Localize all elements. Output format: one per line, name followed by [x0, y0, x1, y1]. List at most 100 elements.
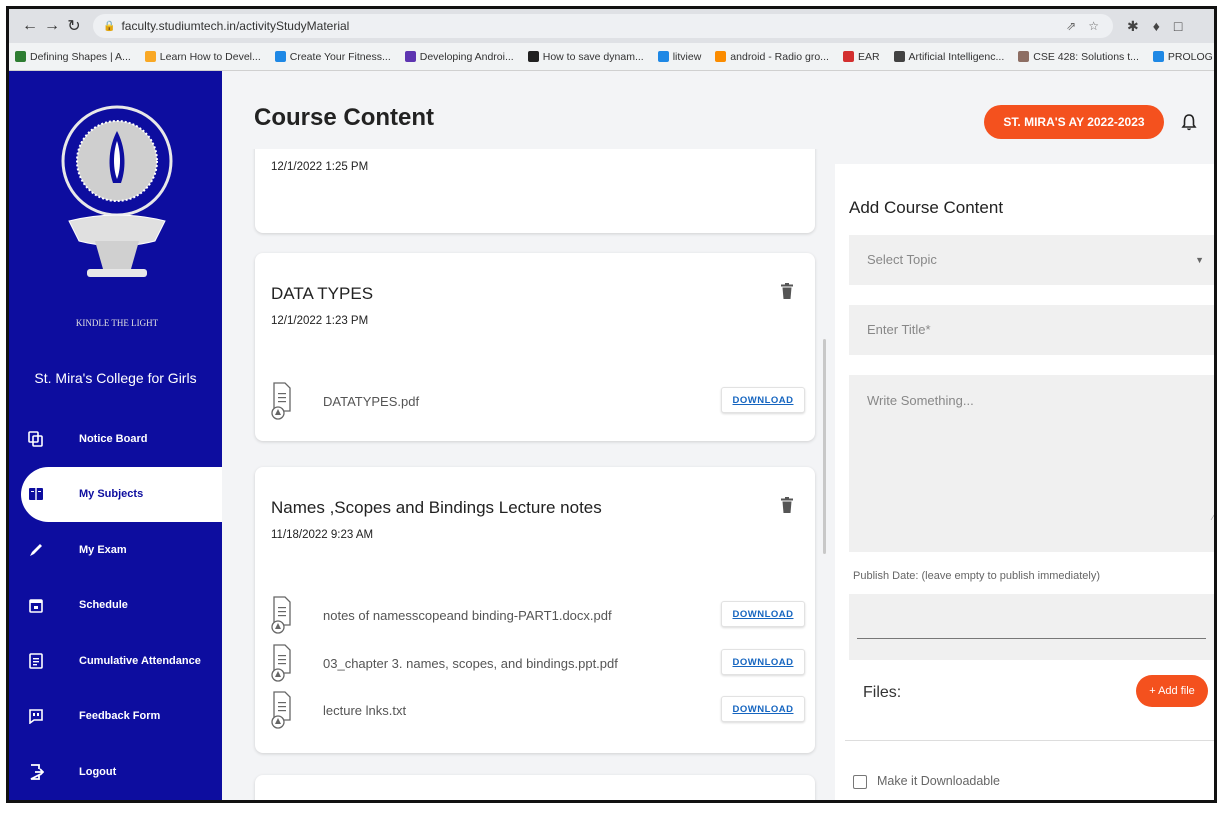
address-bar[interactable]: 🔒 faculty.studiumtech.in/activityStudyMa… [93, 14, 1113, 38]
description-placeholder: Write Something... [867, 393, 974, 408]
screenshot-frame: ← → ↻ 🔒 faculty.studiumtech.in/activityS… [6, 6, 1217, 803]
lock-icon: 🔒 [103, 20, 116, 32]
card-title: Names ,Scopes and Bindings Lecture notes [271, 498, 602, 517]
content-card: 12/1/2022 1:25 PM [255, 149, 815, 233]
download-button[interactable]: DOWNLOAD [721, 387, 805, 413]
file-name[interactable]: 03_chapter 3. names, scopes, and binding… [323, 656, 618, 671]
delete-icon[interactable] [781, 283, 793, 304]
puzzle-icon[interactable]: ♦ [1153, 18, 1160, 35]
sidebar-item-my-exam[interactable]: My Exam [9, 522, 222, 578]
bookmark-favicon-icon [527, 51, 539, 62]
downloadable-checkbox[interactable] [853, 775, 867, 789]
content-card [255, 775, 815, 800]
title-input[interactable]: Enter Title* [849, 305, 1214, 355]
sidebar-item-label: Feedback Form [79, 710, 161, 723]
bookmark-favicon-icon [715, 51, 727, 62]
sidebar-item-feedback-form[interactable]: Feedback Form [9, 689, 222, 745]
bookmark-favicon-icon [893, 51, 905, 62]
bookmark-item[interactable]: Create Your Fitness... [274, 51, 391, 63]
title-input-placeholder: Enter Title* [867, 322, 931, 337]
back-icon[interactable]: ← [19, 17, 41, 35]
bookmark-item[interactable]: Learn How to Devel... [144, 51, 261, 63]
download-button[interactable]: DOWNLOAD [721, 649, 805, 675]
sidebar-item-logout[interactable]: Logout [9, 744, 222, 800]
sidebar-item-label: Schedule [79, 599, 128, 612]
document-file-icon [271, 382, 291, 420]
bookmark-item[interactable]: Developing Androi... [404, 51, 514, 63]
document-file-icon [271, 691, 291, 729]
page-title: Course Content [254, 104, 434, 131]
logout-icon [27, 763, 45, 781]
sidebar-item-schedule[interactable]: Schedule [9, 578, 222, 634]
add-course-content-panel: Add Course Content Select Topic ▼ Enter … [835, 164, 1214, 800]
forward-icon[interactable]: → [41, 17, 63, 35]
sidebar-item-label: My Subjects [79, 488, 144, 501]
files-label: Files: [863, 684, 902, 701]
extension-icon[interactable]: ✱ [1127, 18, 1139, 35]
academic-year-badge[interactable]: ST. MIRA'S AY 2022-2023 [984, 105, 1164, 139]
panel-title: Add Course Content [849, 198, 1004, 217]
star-icon[interactable]: ☆ [1088, 19, 1099, 33]
card-date: 12/1/2022 1:23 PM [271, 315, 369, 327]
file-name[interactable]: DATATYPES.pdf [323, 394, 419, 409]
bookmark-favicon-icon [657, 51, 669, 62]
pencil-icon [27, 541, 45, 559]
book-icon [27, 485, 45, 503]
bookmark-favicon-icon [15, 51, 26, 62]
bookmark-item[interactable]: Artificial Intelligenc... [893, 51, 1004, 63]
bookmark-favicon-icon [1018, 51, 1030, 62]
file-name[interactable]: notes of namesscopeand binding-PART1.doc… [323, 608, 612, 623]
browser-toolbar: ← → ↻ 🔒 faculty.studiumtech.in/activityS… [9, 9, 1214, 43]
sidebar-item-my-subjects[interactable]: My Subjects [21, 466, 222, 522]
url-text: faculty.studiumtech.in/activityStudyMate… [121, 19, 350, 33]
sidebar: KINDLE THE LIGHT St. Mira's College for … [9, 71, 222, 800]
bell-icon[interactable] [1181, 113, 1197, 136]
scrollbar[interactable] [823, 339, 826, 554]
card-date: 11/18/2022 9:23 AM [271, 529, 374, 541]
file-row: DATATYPES.pdf DOWNLOAD [271, 381, 811, 421]
bookmark-item[interactable]: How to save dynam... [527, 51, 644, 63]
downloadable-label[interactable]: Make it Downloadable [877, 774, 1000, 788]
bookmark-item[interactable]: EAR [842, 51, 880, 63]
publish-date-input[interactable] [849, 594, 1214, 660]
bookmark-item[interactable]: android - Radio gro... [715, 51, 829, 63]
download-button[interactable]: DOWNLOAD [721, 696, 805, 722]
file-row: 03_chapter 3. names, scopes, and binding… [271, 643, 811, 683]
description-textarea[interactable]: Write Something... ∕ [849, 375, 1214, 552]
attendance-icon [27, 652, 45, 670]
window-icon[interactable]: □ [1174, 18, 1182, 35]
card-date: 12/1/2022 1:25 PM [271, 161, 369, 173]
college-name: St. Mira's College for Girls [34, 370, 197, 386]
bookmark-item[interactable]: PROLOG [1152, 51, 1213, 63]
sidebar-item-cumulative-attendance[interactable]: Cumulative Attendance [9, 633, 222, 689]
bookmark-item[interactable]: litview [657, 51, 701, 63]
file-row: notes of namesscopeand binding-PART1.doc… [271, 595, 811, 635]
bookmark-item[interactable]: CSE 428: Solutions t... [1018, 51, 1139, 63]
college-motto: KINDLE THE LIGHT [76, 318, 159, 328]
file-name[interactable]: lecture lnks.txt [323, 703, 406, 718]
content-card: DATA TYPES 12/1/2022 1:23 PM DATATYPES.p… [255, 253, 815, 441]
bookmark-favicon-icon [274, 51, 286, 62]
sidebar-menu: Notice Board My Subjects My Exam Schedul… [9, 411, 222, 800]
share-icon[interactable]: ⇗ [1066, 19, 1076, 33]
add-file-button[interactable]: + Add file [1136, 675, 1208, 707]
bookmark-item[interactable]: Defining Shapes | A... [15, 51, 131, 63]
course-content-list[interactable]: 12/1/2022 1:25 PM DATA TYPES 12/1/2022 1… [245, 149, 825, 800]
resize-handle-icon[interactable]: ∕ [1212, 512, 1214, 522]
document-file-icon [271, 644, 291, 682]
sidebar-item-label: Notice Board [79, 432, 148, 445]
sidebar-item-notice-board[interactable]: Notice Board [9, 411, 222, 467]
topic-select-placeholder: Select Topic [867, 252, 937, 267]
topic-select[interactable]: Select Topic ▼ [849, 235, 1214, 285]
college-logo: KINDLE THE LIGHT [61, 105, 173, 328]
input-underline [857, 638, 1206, 639]
calendar-icon [27, 596, 45, 614]
publish-date-label: Publish Date: (leave empty to publish im… [853, 570, 1101, 582]
content-card: Names ,Scopes and Bindings Lecture notes… [255, 467, 815, 753]
divider [845, 740, 1214, 741]
download-button[interactable]: DOWNLOAD [721, 601, 805, 627]
file-row: lecture lnks.txt DOWNLOAD [271, 690, 811, 730]
delete-icon[interactable] [781, 497, 793, 518]
reload-icon[interactable]: ↻ [63, 16, 85, 36]
card-title: DATA TYPES [271, 284, 374, 303]
